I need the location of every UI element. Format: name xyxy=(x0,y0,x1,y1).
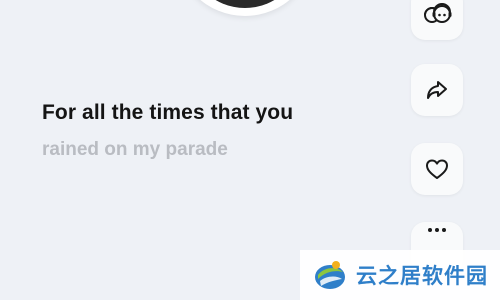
watermark-logo-icon xyxy=(312,257,348,293)
album-art[interactable] xyxy=(175,0,315,16)
album-cover-image xyxy=(187,0,303,8)
heart-icon xyxy=(424,157,450,181)
lyric-current-line: For all the times that you xyxy=(42,101,294,124)
like-button[interactable] xyxy=(411,143,463,195)
listen-together-button[interactable] xyxy=(411,0,463,40)
listen-together-icon xyxy=(420,1,454,27)
share-button[interactable] xyxy=(411,64,463,116)
share-icon xyxy=(424,77,450,103)
lyric-next-line: rained on my parade xyxy=(42,139,228,160)
watermark-text: 云之居软件园 xyxy=(356,264,488,288)
player-screen: For all the times that you rained on my … xyxy=(0,0,500,300)
watermark: 云之居软件园 xyxy=(300,250,500,300)
